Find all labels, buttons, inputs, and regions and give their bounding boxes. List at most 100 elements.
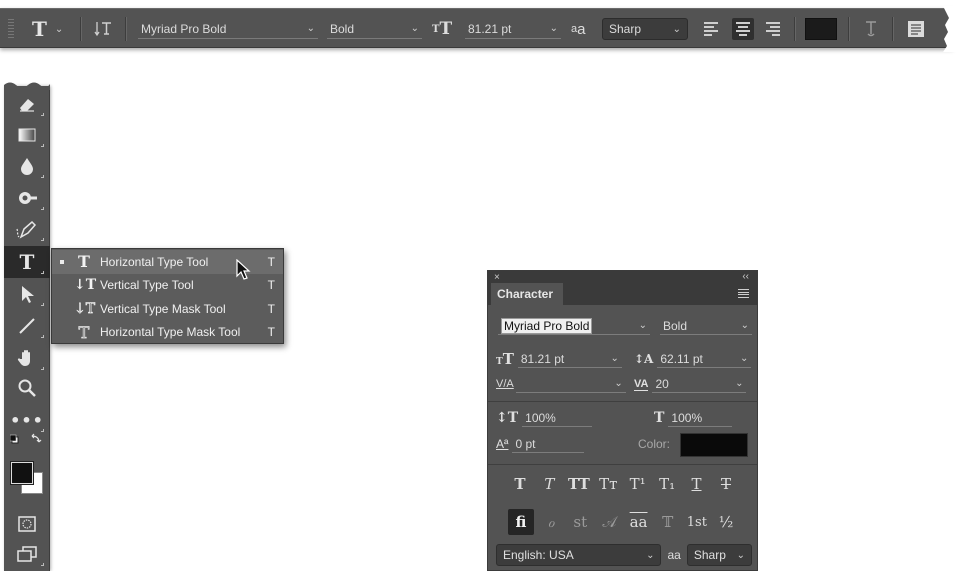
tab-character[interactable]: Character: [491, 283, 563, 305]
tracking-field[interactable]: VA 20 ⌄: [634, 375, 747, 393]
standard-ligatures-button[interactable]: fi: [508, 509, 534, 535]
underline-button[interactable]: T: [685, 475, 709, 493]
superscript-button[interactable]: T¹: [626, 475, 650, 493]
toggle-text-orientation-button[interactable]: [94, 9, 114, 49]
chevron-down-icon: ⌄: [735, 378, 744, 389]
baseline-shift-value: 0 pt: [515, 436, 536, 451]
contextual-alternates-button[interactable]: ℴ: [539, 513, 563, 531]
font-style-dropdown[interactable]: Bold ⌄: [660, 317, 752, 335]
faux-italic-button[interactable]: T: [537, 475, 561, 493]
swash-button[interactable]: 𝒜: [597, 513, 621, 531]
horizontal-type-icon: T: [78, 252, 90, 272]
quick-mask-button[interactable]: [4, 508, 50, 540]
eraser-icon: [20, 99, 34, 112]
tool-preset-picker[interactable]: T ⌄: [32, 9, 63, 49]
path-selection-tool[interactable]: [4, 278, 50, 310]
titling-alternates-button[interactable]: 𝕋: [656, 513, 680, 531]
selected-bullet: [60, 259, 64, 264]
font-size-icon: TT: [496, 350, 514, 368]
discretionary-ligatures-button[interactable]: st: [568, 513, 592, 531]
align-center-button[interactable]: [732, 9, 754, 49]
leading-field[interactable]: ↕A 62.11 pt ⌄: [634, 350, 752, 368]
subscript-button[interactable]: T₁: [655, 475, 679, 493]
warp-text-icon: [866, 21, 876, 37]
font-style-dropdown[interactable]: Bold ⌄: [327, 9, 422, 49]
foreground-color-swatch[interactable]: [10, 461, 34, 485]
ordinals-button[interactable]: 1st: [685, 515, 709, 530]
panel-header: × ‹‹ Character: [488, 271, 757, 305]
chevron-down-icon: ⌄: [410, 23, 419, 34]
faux-bold-button[interactable]: T: [508, 475, 532, 493]
font-size-dropdown[interactable]: 81.21 pt ⌄: [465, 9, 561, 49]
strikethrough-button[interactable]: T: [714, 475, 738, 493]
horizontal-type-mask-icon: T: [78, 322, 90, 342]
antialias-dropdown[interactable]: Sharp ⌄: [602, 9, 688, 49]
blur-tool[interactable]: [4, 150, 50, 182]
type-tool[interactable]: T: [4, 246, 50, 278]
font-family-dropdown[interactable]: Myriad Pro Bold ⌄: [498, 317, 650, 335]
antialias-icon: aa: [667, 548, 681, 562]
font-size-icon: TT: [432, 19, 453, 39]
tools-panel: T •••: [4, 82, 50, 571]
font-size-value: 81.21 pt: [468, 21, 512, 36]
antialias-value: Sharp: [693, 548, 726, 562]
hand-icon: [17, 350, 30, 366]
screen-mode-button[interactable]: [4, 538, 50, 570]
default-colors-icon[interactable]: [10, 433, 44, 447]
baseline-shift-field[interactable]: Aª 0 pt: [496, 435, 585, 453]
chevron-down-icon: ⌄: [672, 23, 681, 35]
text-orientation-icon: [94, 22, 111, 37]
collapse-icon[interactable]: ‹‹: [742, 271, 749, 282]
pen-tool[interactable]: [4, 213, 50, 245]
hand-tool[interactable]: [4, 342, 50, 374]
horizontal-type-mask-tool-item[interactable]: T Horizontal Type Mask Tool T: [52, 321, 283, 345]
pen-icon: [16, 220, 37, 239]
panel-icon: [908, 21, 924, 37]
line-tool[interactable]: [4, 310, 50, 342]
leading-icon: ↕A: [634, 352, 654, 366]
text-color-swatch: [805, 18, 837, 40]
gradient-tool[interactable]: [4, 119, 50, 151]
quick-mask-icon: [18, 516, 36, 532]
horizontal-scale-icon: T: [654, 410, 665, 426]
chevron-down-icon: ⌄: [549, 23, 558, 34]
chevron-down-icon: ⌄: [306, 23, 315, 34]
small-caps-button[interactable]: Tт: [596, 475, 620, 493]
all-caps-button[interactable]: TT: [567, 475, 591, 493]
align-left-button[interactable]: [700, 9, 722, 49]
font-family-dropdown[interactable]: Myriad Pro Bold ⌄: [138, 9, 318, 49]
divider: [794, 17, 795, 41]
chevron-down-icon: ⌄: [54, 23, 64, 35]
text-color-button[interactable]: [805, 9, 837, 49]
fractions-button[interactable]: ½: [714, 513, 738, 531]
font-size-field[interactable]: TT 81.21 pt ⌄: [496, 350, 622, 368]
antialias-dropdown[interactable]: Sharp ⌄: [686, 544, 752, 566]
options-bar-grip[interactable]: [8, 19, 14, 39]
divider: [848, 17, 849, 41]
zoom-tool[interactable]: [4, 372, 50, 404]
font-size-value: 81.21 pt: [520, 351, 565, 366]
warp-text-button[interactable]: [862, 9, 880, 49]
eraser-tool[interactable]: [4, 88, 50, 120]
close-icon[interactable]: ×: [494, 272, 500, 283]
color-picker[interactable]: [4, 456, 50, 500]
more-icon: •••: [10, 410, 44, 430]
horizontal-scale-field[interactable]: T 100%: [654, 409, 733, 427]
vertical-type-mask-tool-item[interactable]: ↓T Vertical Type Mask Tool T: [52, 297, 283, 321]
shortcut-key: T: [267, 278, 275, 293]
color-label: Color:: [638, 437, 671, 451]
language-dropdown[interactable]: English: USA ⌄: [496, 544, 662, 566]
menu-item-label: Horizontal Type Tool: [100, 254, 209, 269]
opentype-buttons: fi ℴ st 𝒜 aa 𝕋 1st ½: [508, 508, 738, 536]
align-right-button[interactable]: [762, 9, 784, 49]
align-right-icon: [762, 18, 784, 40]
menu-item-label: Horizontal Type Mask Tool: [100, 325, 241, 340]
vertical-scale-field[interactable]: ↕T 100%: [496, 409, 593, 427]
dodge-tool[interactable]: [4, 182, 50, 214]
character-panel-toggle-button[interactable]: [906, 9, 926, 49]
panel-menu-icon[interactable]: [738, 289, 749, 298]
text-style-buttons: T T TT Tт T¹ T₁ T T: [508, 472, 738, 496]
stylistic-alternates-button[interactable]: aa: [627, 513, 651, 531]
text-color-swatch[interactable]: [680, 433, 748, 457]
kerning-field[interactable]: V/A ⌄: [496, 375, 626, 393]
